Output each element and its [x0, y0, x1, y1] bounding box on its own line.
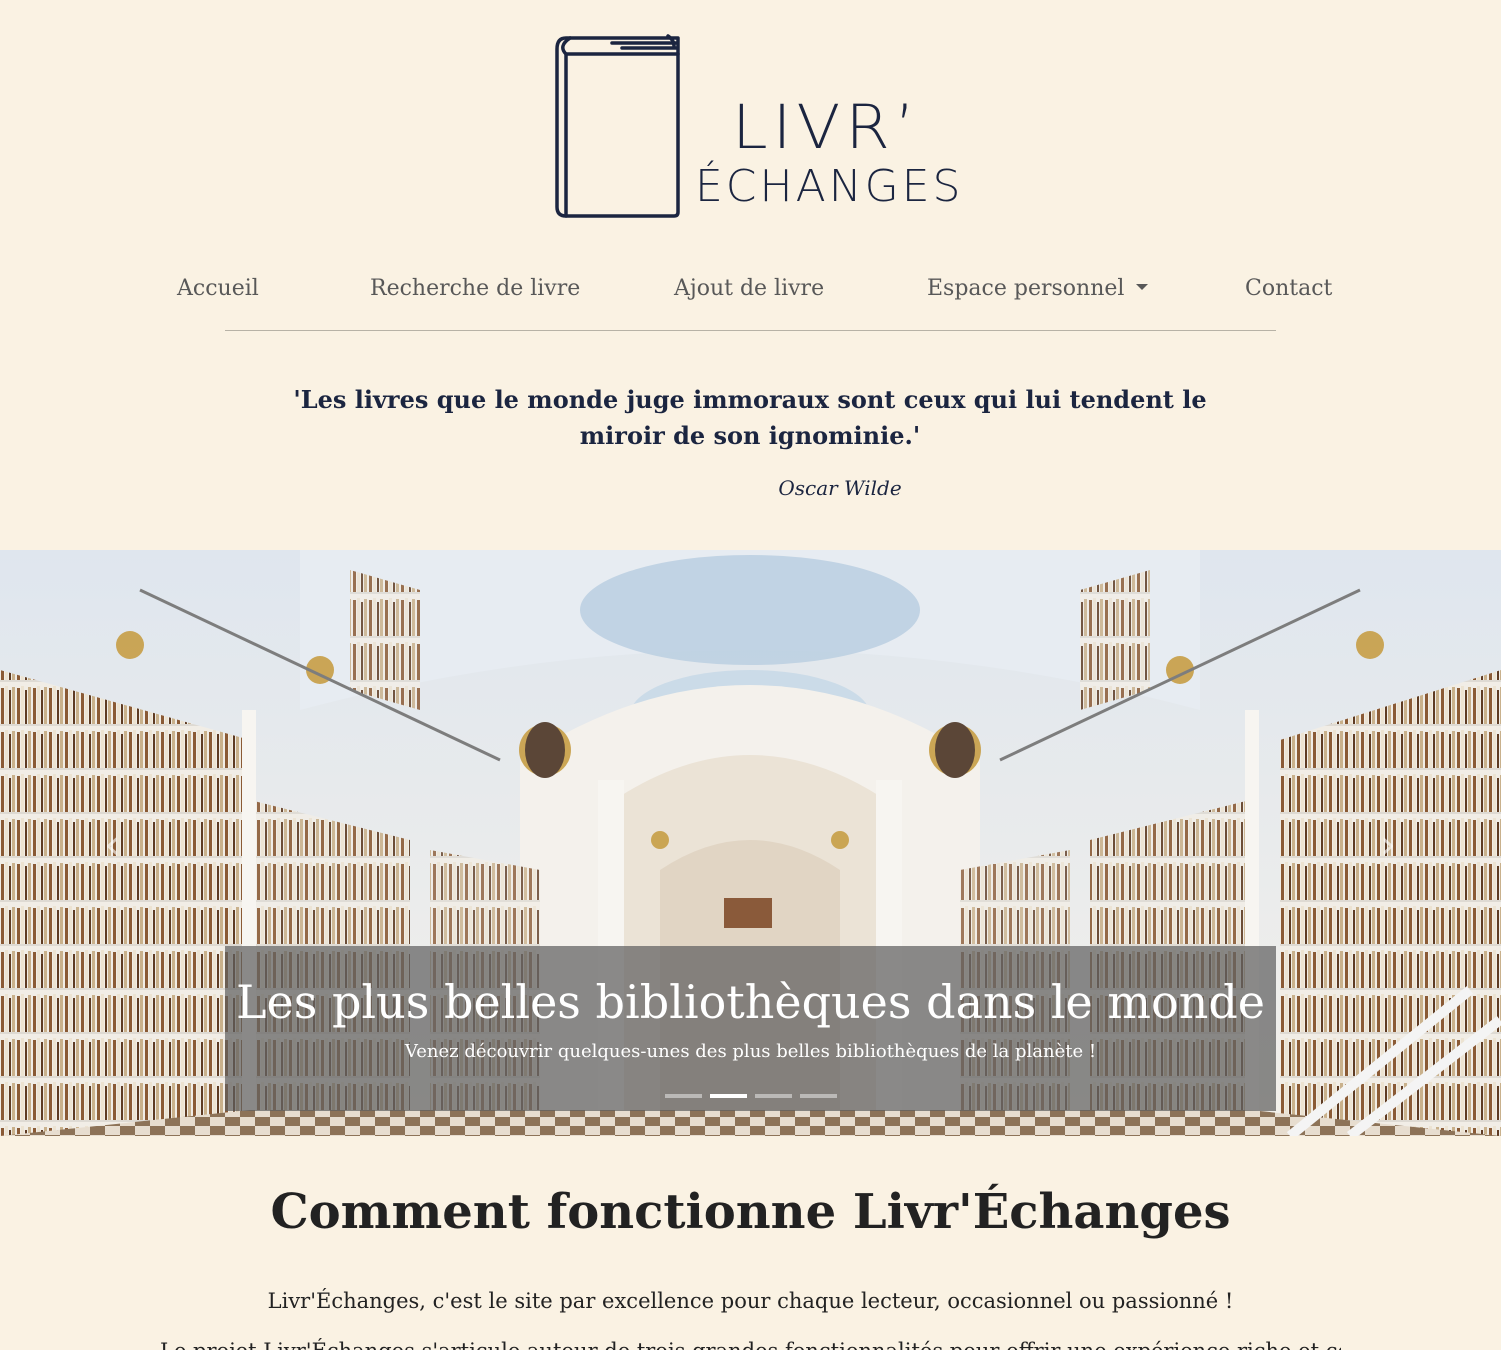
section-body: Le projet Livr'Échanges s'articule autou… [160, 1336, 1341, 1350]
nav-item-espace-label: Espace personnel [927, 276, 1125, 301]
section-title: Comment fonctionne Livr'Échanges [270, 1184, 1231, 1240]
nav-item-contact[interactable]: Contact [1245, 276, 1332, 301]
nav-divider [225, 330, 1276, 331]
quote-text: 'Les livres que le monde juge immoraux s… [293, 385, 1207, 450]
caret-down-icon [1136, 284, 1149, 290]
nav-item-espace-personnel[interactable]: Espace personnel [927, 276, 1149, 301]
book-icon [555, 34, 680, 218]
carousel-indicator[interactable] [709, 1094, 747, 1098]
logo-wordmark-bottom: ÉCHANGES [695, 161, 964, 212]
carousel-caption-text: Venez découvrir quelques-unes des plus b… [404, 1041, 1097, 1062]
carousel-indicators [225, 1094, 1276, 1098]
nav-item-accueil[interactable]: Accueil [177, 276, 259, 301]
site-logo[interactable]: LIVR’ ÉCHANGES [552, 32, 960, 222]
section-intro: Livr'Échanges, c'est le site par excelle… [267, 1289, 1234, 1313]
library-carousel: ‹ › Les plus belles bibliothèques dans l… [0, 550, 1501, 1136]
carousel-indicator[interactable] [664, 1094, 702, 1098]
quote-author: Oscar Wilde [778, 476, 902, 500]
carousel-prev-button[interactable]: ‹ [92, 820, 132, 870]
carousel-next-button[interactable]: › [1368, 820, 1408, 870]
nav-item-recherche[interactable]: Recherche de livre [370, 276, 580, 301]
carousel-caption-title: Les plus belles bibliothèques dans le mo… [235, 975, 1266, 1029]
nav-item-ajout[interactable]: Ajout de livre [674, 276, 824, 301]
carousel-indicator[interactable] [754, 1094, 792, 1098]
carousel-indicator[interactable] [799, 1094, 837, 1098]
carousel-caption: Les plus belles bibliothèques dans le mo… [225, 946, 1276, 1111]
logo-wordmark-top: LIVR’ [732, 92, 921, 164]
main-nav: Accueil Recherche de livre Ajout de livr… [0, 276, 1501, 312]
